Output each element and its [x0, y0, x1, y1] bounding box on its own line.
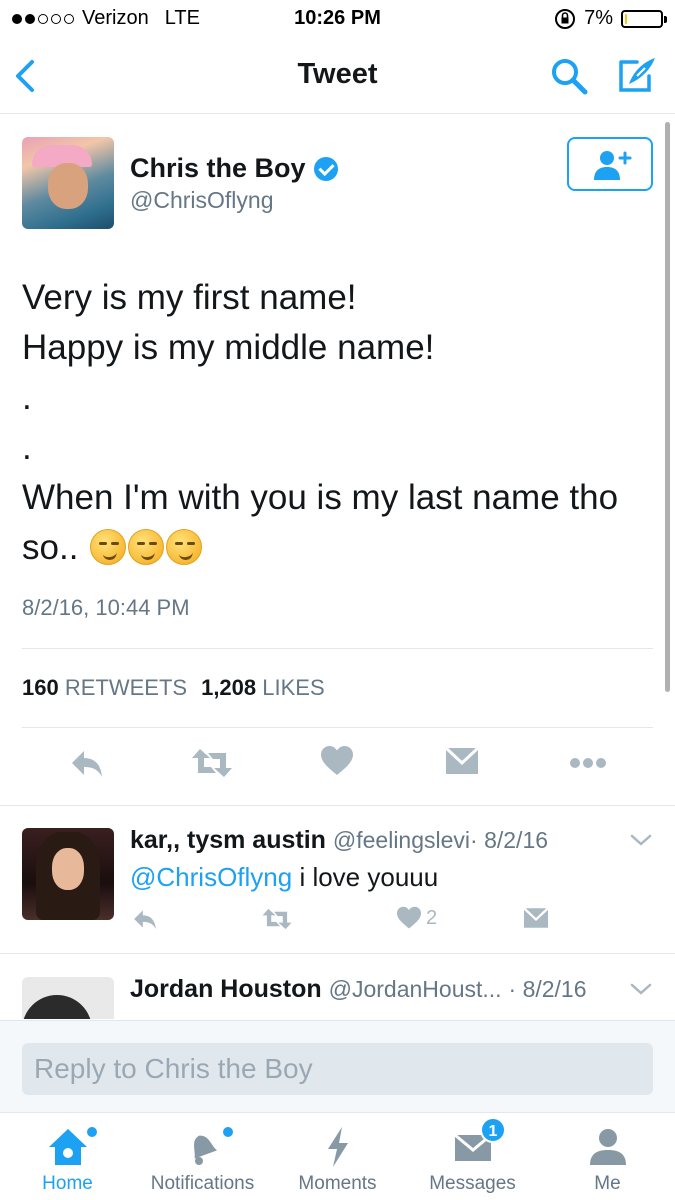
- new-content-dot: [223, 1127, 233, 1137]
- home-icon: [48, 1129, 87, 1165]
- search-icon[interactable]: [549, 56, 589, 96]
- reply-input[interactable]: [22, 1043, 653, 1095]
- retweets-label: RETWEETS: [64, 675, 188, 700]
- reply-tweet[interactable]: kar,, tysm austin @feelingslevi· 8/2/16 …: [0, 806, 675, 954]
- reply-icon[interactable]: [68, 745, 106, 781]
- reply-dm-button[interactable]: [522, 906, 550, 930]
- reply-author-handle[interactable]: @feelingslevi: [333, 827, 470, 853]
- follow-button[interactable]: [567, 137, 653, 191]
- likes-stat[interactable]: 1,208 LIKES: [201, 675, 325, 701]
- reply-avatar[interactable]: [22, 977, 114, 1019]
- reply-icon: [134, 910, 156, 930]
- person-icon: [589, 1129, 626, 1165]
- tab-home[interactable]: Home: [0, 1113, 135, 1200]
- add-user-icon: [594, 151, 632, 180]
- divider: [22, 727, 653, 728]
- like-icon: [397, 906, 421, 929]
- author-name[interactable]: Chris the Boy: [130, 153, 306, 184]
- bell-icon: [193, 1135, 217, 1165]
- retweet-icon[interactable]: [190, 745, 234, 781]
- tweet-line: so..: [22, 528, 89, 567]
- tweet-line-last: so..: [22, 523, 662, 573]
- tab-moments[interactable]: Moments: [270, 1113, 405, 1200]
- battery-icon: [621, 9, 667, 28]
- author-name-row[interactable]: Chris the Boy: [130, 153, 338, 184]
- direct-message-icon: [523, 907, 549, 928]
- reply-mention[interactable]: @ChrisOflyng: [130, 862, 292, 892]
- reply-like-count: 2: [426, 906, 438, 929]
- like-icon[interactable]: [320, 745, 354, 777]
- tab-label: Messages: [429, 1173, 516, 1194]
- reply-author-name[interactable]: Jordan Houston: [130, 975, 322, 1003]
- direct-message-icon[interactable]: [444, 745, 480, 777]
- author-avatar[interactable]: [22, 137, 114, 229]
- tab-label: Moments: [298, 1173, 377, 1194]
- tweet-stats: 160 RETWEETS 1,208 LIKES: [22, 675, 325, 701]
- retweets-stat[interactable]: 160 RETWEETS: [22, 675, 187, 701]
- messages-badge: 1: [480, 1117, 506, 1143]
- status-bar-right: 7%: [554, 7, 667, 30]
- reply-actions: 2: [130, 906, 570, 936]
- battery-percent: 7%: [584, 7, 613, 29]
- reply-reply-button[interactable]: [130, 906, 160, 932]
- tab-label: Home: [42, 1173, 93, 1194]
- tab-label: Me: [594, 1173, 621, 1194]
- reply-text-body: i love youuu: [292, 862, 439, 892]
- lightning-icon: [327, 1127, 348, 1167]
- nav-bar: Tweet: [0, 38, 675, 114]
- tweet-line: Happy is my middle name!: [22, 328, 435, 367]
- reply-tweet[interactable]: Jordan Houston @JordanHoust... · 8/2/16: [0, 955, 675, 1019]
- tab-notifications[interactable]: Notifications: [135, 1113, 270, 1200]
- tab-label: Notifications: [150, 1173, 255, 1194]
- author-handle[interactable]: @ChrisOflyng: [130, 187, 274, 214]
- reply-like-button[interactable]: 2: [396, 906, 437, 930]
- reply-header: kar,, tysm austin @feelingslevi· 8/2/16: [130, 826, 548, 855]
- reply-author-name[interactable]: kar,, tysm austin: [130, 826, 326, 854]
- tab-messages[interactable]: 1 Messages: [405, 1113, 540, 1200]
- compose-icon[interactable]: [615, 54, 657, 96]
- tweet-line: Very is my first name!: [22, 278, 357, 317]
- reply-header: Jordan Houston @JordanHoust... · 8/2/16: [130, 975, 587, 1004]
- tweet-text: Very is my first name! Happy is my middl…: [22, 273, 662, 573]
- smirk-emoji-icon: [90, 529, 127, 565]
- new-content-dot: [87, 1127, 97, 1137]
- rotation-lock-icon: [555, 8, 576, 29]
- retweet-icon: [262, 908, 292, 930]
- likes-label: LIKES: [262, 675, 325, 700]
- tweet-line: .: [22, 378, 32, 417]
- tweet-line: .: [22, 428, 32, 467]
- more-icon[interactable]: [568, 745, 608, 781]
- tab-me[interactable]: Me: [540, 1113, 675, 1200]
- tab-bar: Home Notifications Moments 1 Messages Me: [0, 1112, 675, 1200]
- chevron-down-icon[interactable]: [629, 981, 653, 997]
- divider: [22, 648, 653, 649]
- reply-date: · 8/2/16: [470, 827, 549, 853]
- retweets-count: 160: [22, 675, 59, 700]
- reply-author-handle[interactable]: @JordanHoust...: [329, 976, 502, 1002]
- tweet-timestamp: 8/2/16, 10:44 PM: [22, 595, 190, 620]
- chevron-down-icon[interactable]: [629, 832, 653, 848]
- smirk-emoji-icon: [166, 529, 203, 565]
- smirk-emoji-icon: [128, 529, 165, 565]
- verified-badge-icon: [313, 156, 338, 181]
- reply-date: · 8/2/16: [508, 976, 587, 1002]
- reply-avatar[interactable]: [22, 828, 114, 920]
- reply-text: @ChrisOflyng i love youuu: [130, 862, 438, 893]
- reply-bar: [0, 1020, 675, 1112]
- likes-count: 1,208: [201, 675, 257, 700]
- tweet-line: When I'm with you is my last name tho: [22, 478, 619, 517]
- scrollbar[interactable]: [665, 122, 670, 692]
- status-bar: Verizon LTE 10:26 PM 7%: [0, 0, 675, 38]
- reply-retweet-button[interactable]: [260, 906, 294, 932]
- tweet-actions: [0, 745, 675, 789]
